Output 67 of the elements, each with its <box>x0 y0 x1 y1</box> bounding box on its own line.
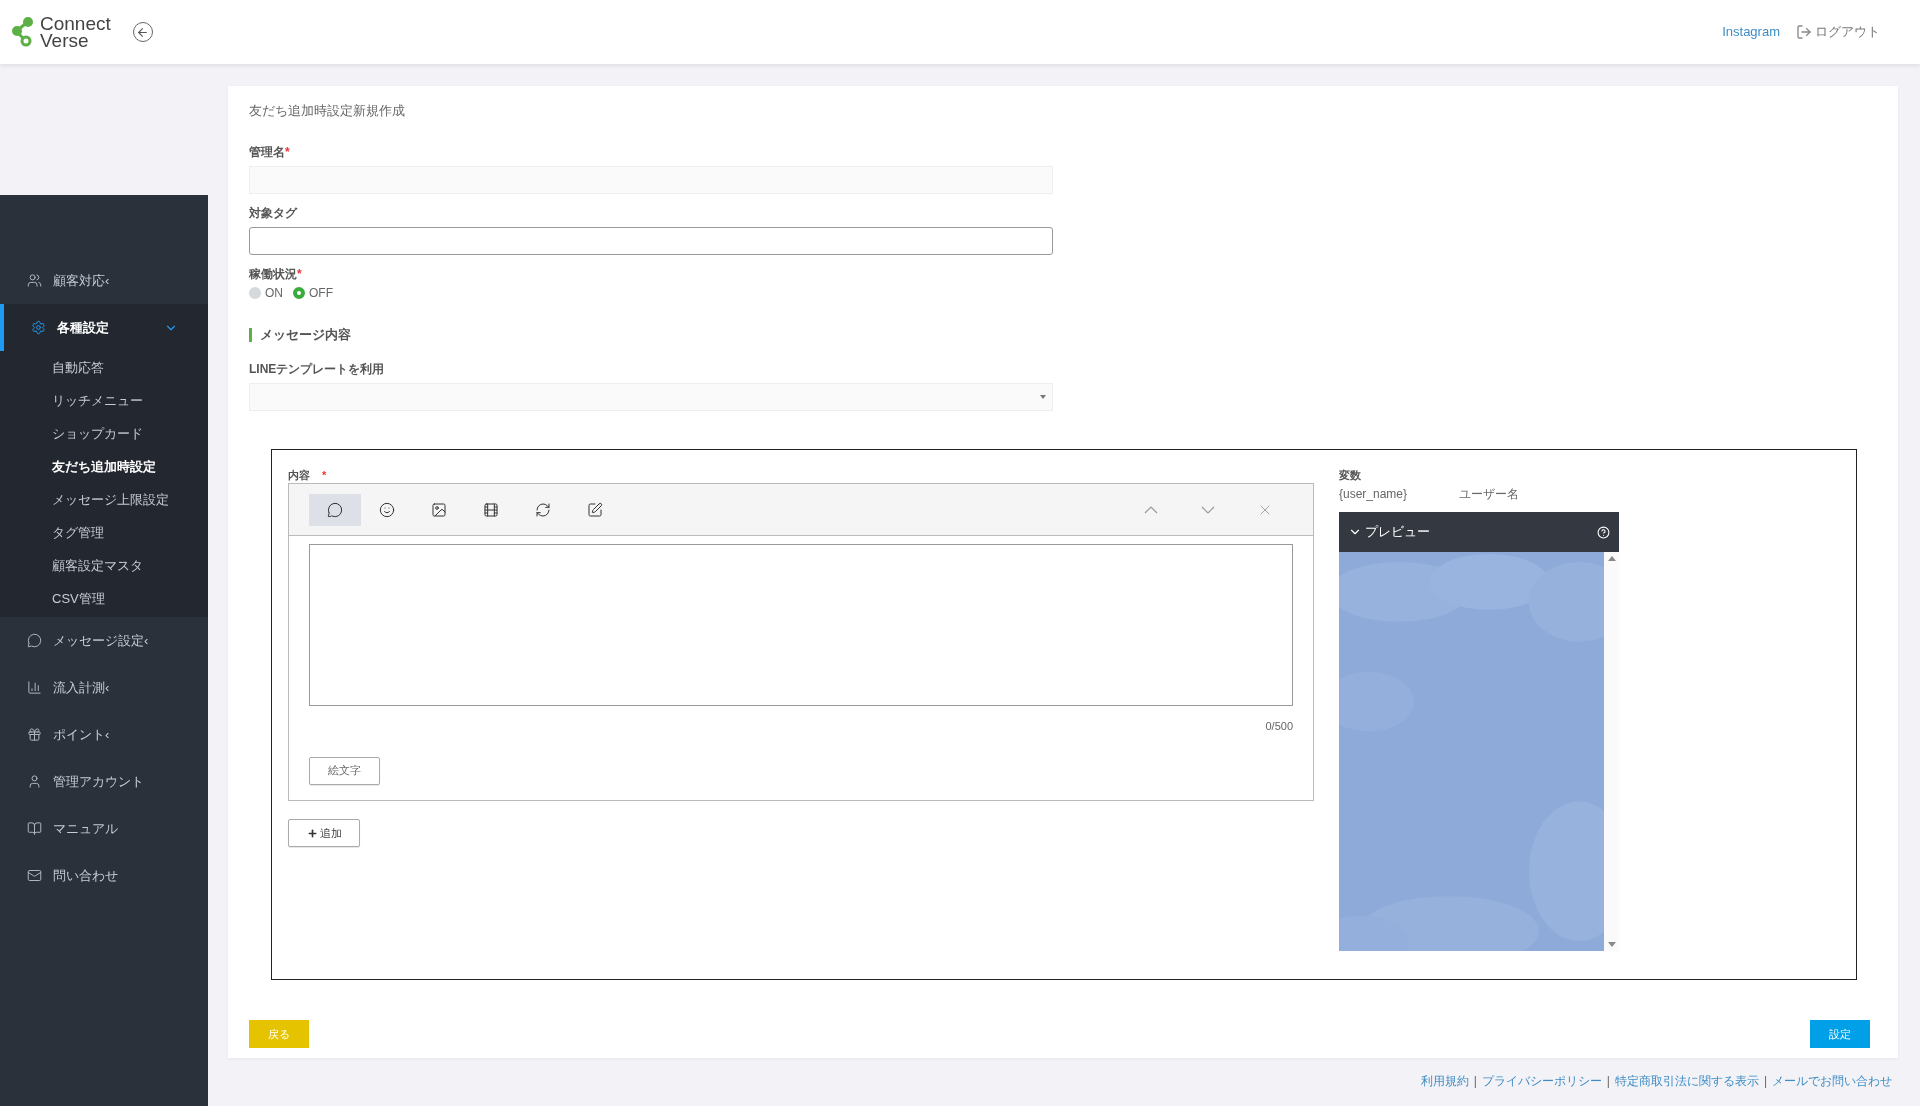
sidebar-item[interactable]: 管理アカウント <box>0 758 208 805</box>
emoji-button[interactable]: 絵文字 <box>309 756 380 785</box>
sidebar-subitem[interactable]: タグ管理 <box>0 516 208 549</box>
separator: | <box>1473 1073 1477 1090</box>
speech-bubble-icon <box>327 501 343 518</box>
section-title: メッセージ内容 <box>249 328 351 342</box>
instagram-link[interactable]: Instagram <box>1722 22 1780 42</box>
sidebar-subitem[interactable]: 顧客設定マスタ <box>0 549 208 582</box>
smiley-icon <box>379 501 395 518</box>
chevron-up-icon <box>1143 505 1158 514</box>
bar-chart-icon <box>27 680 42 695</box>
book-icon <box>27 821 42 836</box>
sidebar-subitem[interactable]: リッチメニュー <box>0 384 208 417</box>
sidebar-item[interactable]: 各種設定 <box>0 304 208 351</box>
gear-icon <box>31 320 46 335</box>
door-exit-icon <box>1796 24 1812 40</box>
add-button[interactable]: 追加 <box>288 819 360 847</box>
film-icon <box>483 501 499 518</box>
preview-title: プレビュー <box>1365 523 1430 542</box>
footer-link[interactable]: メールでお問い合わせ <box>1772 1072 1892 1090</box>
field-label: 対象タグ <box>249 205 299 222</box>
field-label: 管理名* <box>249 144 291 161</box>
character-counter: 0/500 <box>1265 719 1293 734</box>
variables-label: 変数 <box>1339 468 1362 483</box>
field-label: 稼働状況* <box>249 266 303 283</box>
help-icon <box>1597 525 1610 539</box>
logo-text: Connect Verse <box>40 15 111 49</box>
page-title: 友だち追加時設定新規作成 <box>249 102 406 120</box>
sidebar-subitem[interactable]: ショップカード <box>0 417 208 450</box>
field-label: 内容 * <box>288 468 328 483</box>
footer-link[interactable]: 利用規約 <box>1420 1072 1469 1090</box>
speech-bubble-icon <box>27 633 42 648</box>
radio-option[interactable]: ON <box>249 284 283 302</box>
logo-icon <box>12 17 36 47</box>
sidebar-item[interactable]: メッセージ設定‹ <box>0 617 208 664</box>
scroll-down-icon <box>1607 942 1616 947</box>
sidebar-item[interactable]: ポイント‹ <box>0 711 208 758</box>
sidebar-item[interactable]: 問い合わせ <box>0 852 208 899</box>
chevron-down-icon <box>1200 505 1215 514</box>
tag-input-field[interactable] <box>249 227 1053 255</box>
mail-icon <box>27 868 42 883</box>
preview-scrollbar[interactable] <box>1604 552 1619 951</box>
sidebar-subitem[interactable]: CSV管理 <box>0 582 208 615</box>
sidebar-subitem[interactable]: 自動応答 <box>0 351 208 384</box>
gift-icon <box>27 727 42 742</box>
separator: | <box>1606 1073 1610 1090</box>
sidebar-item[interactable]: 流入計測‹ <box>0 664 208 711</box>
variable-name: {user_name} <box>1339 486 1409 503</box>
sidebar-subitem[interactable]: 友だち追加時設定 <box>0 450 208 483</box>
edit-icon <box>587 501 603 518</box>
user-icon <box>27 774 42 789</box>
plus-icon <box>306 827 318 839</box>
logout-button[interactable]: ログアウト <box>1796 22 1880 42</box>
sidebar-subitem[interactable]: メッセージ上限設定 <box>0 483 208 516</box>
image-icon <box>431 501 447 518</box>
sidebar-item[interactable]: マニュアル <box>0 805 208 852</box>
speech-bubble-tool-button[interactable] <box>309 493 361 526</box>
dropdown-caret-icon <box>1040 395 1046 399</box>
arrow-left-icon <box>136 25 150 39</box>
refresh-icon <box>535 501 551 518</box>
users-icon <box>27 273 42 288</box>
separator: | <box>1763 1073 1767 1090</box>
variable-description: ユーザー名 <box>1459 486 1519 503</box>
radio-option[interactable]: OFF <box>293 284 333 302</box>
scroll-up-icon <box>1607 556 1616 561</box>
sidebar-item[interactable]: 顧客対応‹ <box>0 257 208 304</box>
field-label: LINEテンプレートを利用 <box>249 361 386 378</box>
